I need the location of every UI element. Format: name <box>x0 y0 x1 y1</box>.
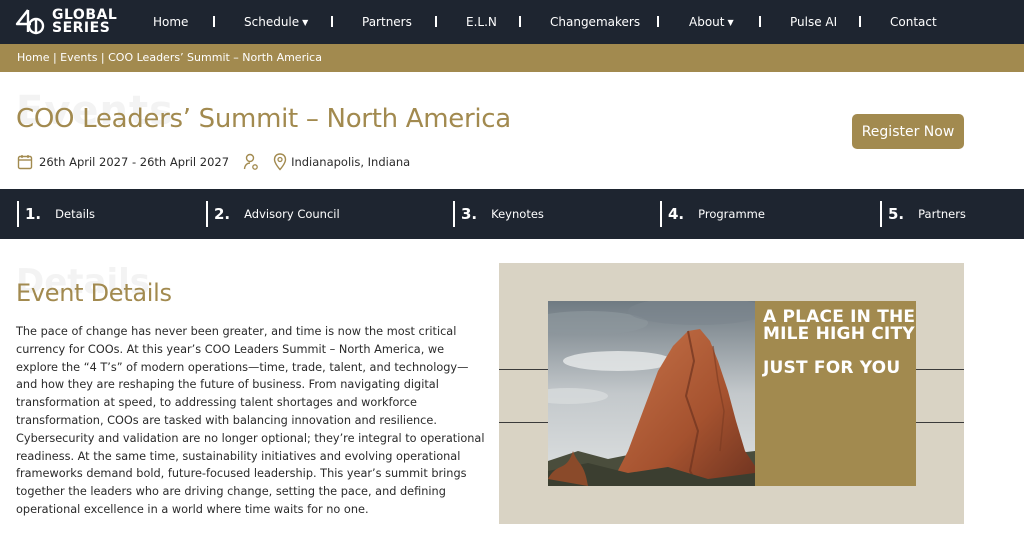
nav-divider <box>759 16 761 27</box>
tab-number: 1. <box>25 205 42 223</box>
promo-heading: A PLACE IN THE MILE HIGH CITY <box>763 307 916 344</box>
nav-label: Partners <box>362 15 412 29</box>
register-now-button[interactable]: Register Now <box>852 114 964 149</box>
tab-number: 3. <box>461 205 478 223</box>
breadcrumb[interactable]: Home | Events | COO Leaders’ Summit – No… <box>17 51 322 64</box>
tab-number: 2. <box>214 205 231 223</box>
nav-item-about[interactable]: About ▼ <box>689 15 734 29</box>
nav-label: Changemakers <box>550 15 641 29</box>
nav-label: Contact <box>890 15 937 29</box>
tab-label: Programme <box>698 207 765 221</box>
nav-label: Home <box>153 15 189 29</box>
mountain-photo <box>548 301 755 486</box>
tab-number: 5. <box>888 205 905 223</box>
nav-label: Pulse AI <box>790 15 838 29</box>
tab-label: Partners <box>918 207 966 221</box>
event-dates: 26th April 2027 - 26th April 2027 <box>39 155 230 169</box>
nav-item-schedule[interactable]: Schedule ▼ <box>244 15 308 29</box>
section-title: Event Details <box>16 279 172 307</box>
breadcrumb-bar: Home | Events | COO Leaders’ Summit – No… <box>0 44 1024 72</box>
nav-divider <box>435 16 437 27</box>
tab-details[interactable]: 1. Details <box>17 201 95 227</box>
logo-icon <box>15 9 45 35</box>
tab-number: 4. <box>668 205 685 223</box>
nav-divider <box>519 16 521 27</box>
event-tabs: 1. Details 2. Advisory Council 3. Keynot… <box>0 189 1024 239</box>
tab-programme[interactable]: 4. Programme <box>660 201 765 227</box>
nav-divider <box>657 16 659 27</box>
top-navigation: GLOBAL SERIES Home Schedule ▼ Partners E.… <box>0 0 1024 44</box>
chevron-down-icon: ▼ <box>302 17 309 27</box>
event-description: The pace of change has never been greate… <box>16 325 485 516</box>
tab-advisory-council[interactable]: 2. Advisory Council <box>206 201 340 227</box>
page-title: COO Leaders’ Summit – North America <box>16 104 511 134</box>
tab-label: Keynotes <box>491 207 544 221</box>
nav-item-pulse-ai[interactable]: Pulse AI <box>790 15 837 29</box>
event-meta: 26th April 2027 - 26th April 2027 Indian… <box>17 152 410 172</box>
tab-label: Advisory Council <box>244 207 340 221</box>
tab-keynotes[interactable]: 3. Keynotes <box>453 201 544 227</box>
nav-label: E.L.N <box>466 15 497 29</box>
map-pin-icon <box>273 153 287 171</box>
chevron-down-icon: ▼ <box>727 17 734 27</box>
nav-item-contact[interactable]: Contact <box>890 15 937 29</box>
nav-label: About <box>689 15 725 29</box>
tab-partners[interactable]: 5. Partners <box>880 201 966 227</box>
nav-divider <box>859 16 861 27</box>
global-series-logo[interactable]: GLOBAL SERIES <box>14 6 117 38</box>
calendar-icon <box>17 155 33 170</box>
nav-item-eln[interactable]: E.L.N <box>466 15 497 29</box>
nav-item-home[interactable]: Home <box>153 15 188 29</box>
nav-divider <box>331 16 333 27</box>
promo-subheading: JUST FOR YOU <box>763 358 901 378</box>
tab-label: Details <box>55 207 96 221</box>
promo-caption: A PLACE IN THE MILE HIGH CITY JUST FOR Y… <box>755 301 916 486</box>
nav-label: Schedule <box>244 15 300 29</box>
promo-image: A PLACE IN THE MILE HIGH CITY JUST FOR Y… <box>499 263 964 524</box>
logo-text-line2: SERIES <box>52 20 111 36</box>
nav-divider <box>213 16 215 27</box>
nav-item-partners[interactable]: Partners <box>362 15 412 29</box>
nav-item-changemakers[interactable]: Changemakers <box>550 15 640 29</box>
user-location-icon <box>243 153 258 170</box>
event-location: Indianapolis, Indiana <box>291 155 411 169</box>
